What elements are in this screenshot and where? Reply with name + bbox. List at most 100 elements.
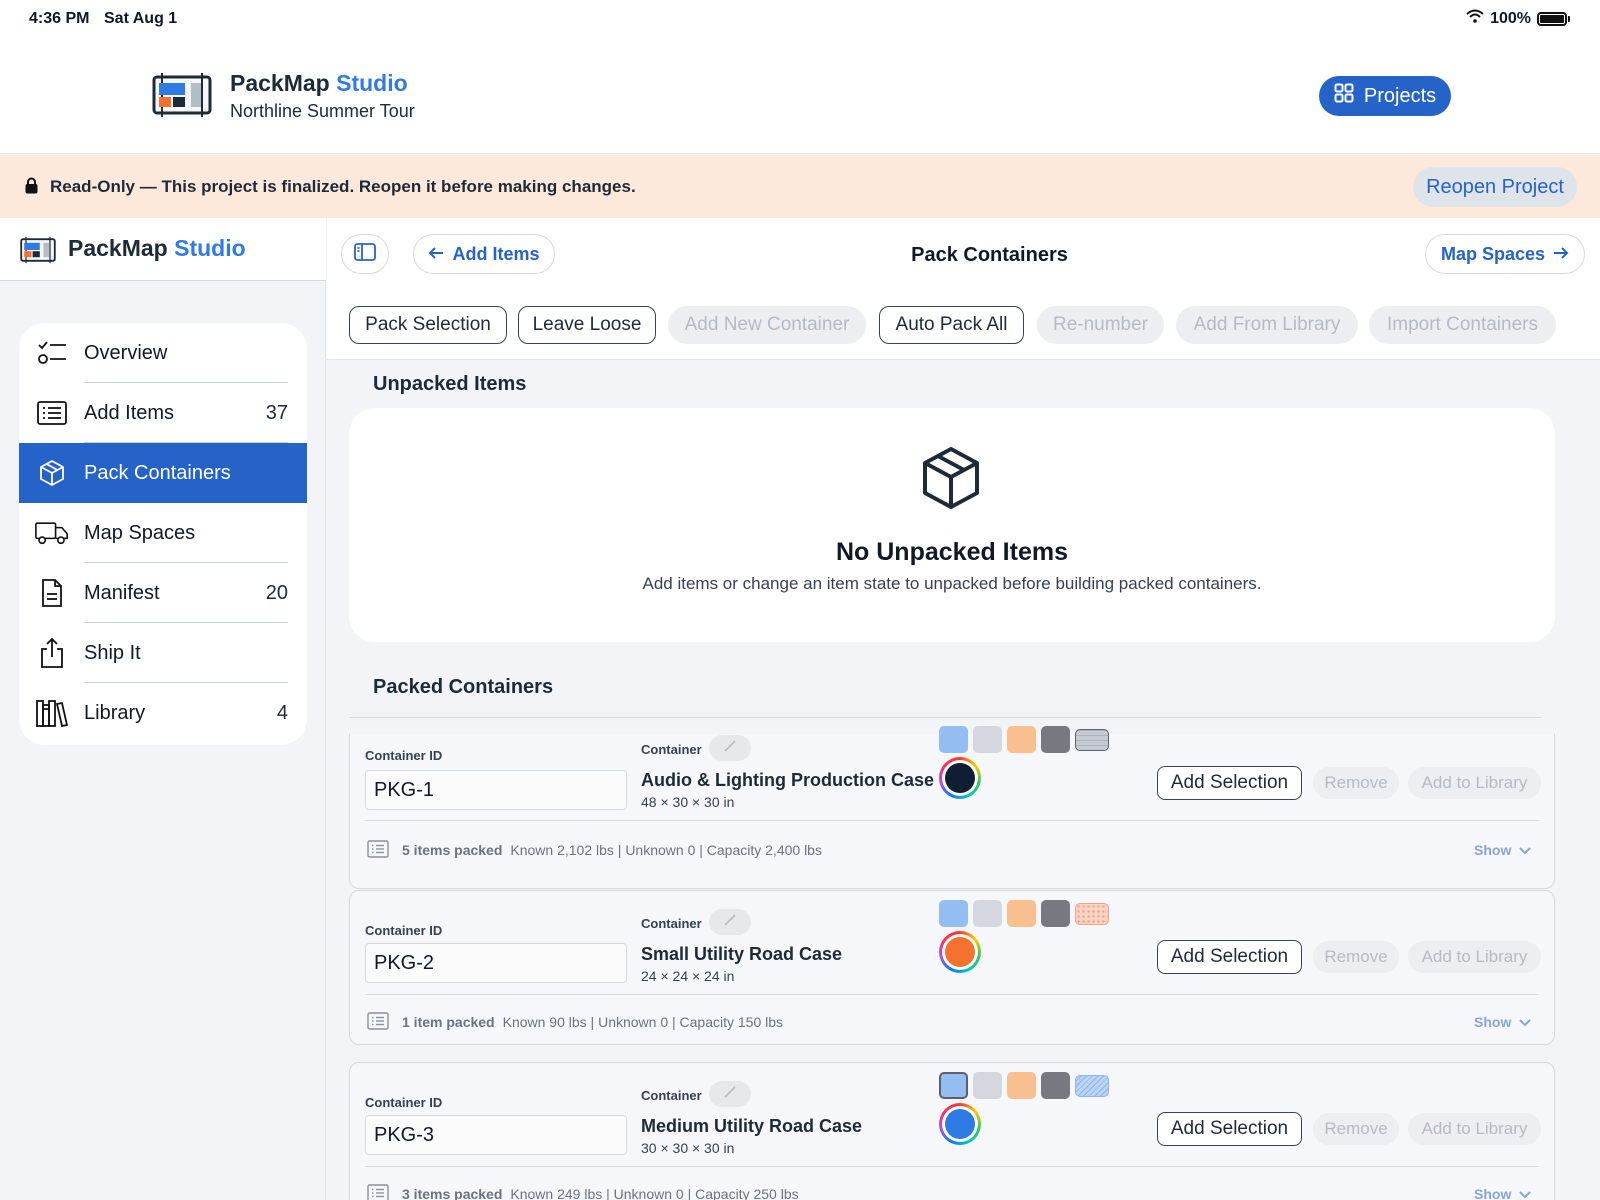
container-id-input[interactable]: [365, 943, 627, 983]
add-selection-button[interactable]: Add Selection: [1157, 1112, 1302, 1146]
pack-selection-button[interactable]: Pack Selection: [349, 306, 507, 344]
selected-color-dot: [945, 1109, 975, 1139]
container-dimensions: 48 × 30 × 30 in: [641, 794, 735, 810]
add-selection-button[interactable]: Add Selection: [1157, 940, 1302, 974]
unpacked-section-title: Unpacked Items: [373, 373, 527, 395]
swatch-blue[interactable]: [939, 1072, 968, 1099]
edit-container-button[interactable]: [709, 1081, 751, 1107]
container-id-input[interactable]: [365, 770, 627, 810]
container-name: Medium Utility Road Case: [641, 1116, 863, 1136]
sidebar-title: PackMap Studio: [68, 235, 246, 262]
sidebar-item-add-items[interactable]: Add Items 37: [19, 383, 307, 443]
lock-icon: [25, 177, 38, 199]
main-content: Unpacked Items No Unpacked Items Add ite…: [327, 360, 1600, 1200]
divider: [365, 820, 1539, 821]
show-label: Show: [1474, 1014, 1512, 1030]
add-from-library-button[interactable]: Add From Library: [1176, 306, 1358, 344]
add-new-container-button[interactable]: Add New Container: [668, 306, 866, 344]
import-containers-button[interactable]: Import Containers: [1369, 306, 1556, 344]
empty-state-title: No Unpacked Items: [835, 538, 1068, 566]
swatch-blue[interactable]: [939, 900, 968, 927]
swatch-orange[interactable]: [1007, 900, 1036, 927]
color-picker-ring: [942, 934, 978, 970]
arrow-right-icon: [1553, 244, 1569, 265]
swatch-orange[interactable]: [1007, 726, 1036, 753]
edit-container-button[interactable]: [709, 909, 751, 935]
books-icon: [35, 697, 69, 729]
back-label: Add Items: [452, 243, 540, 264]
add-to-library-button[interactable]: Add to Library: [1408, 1113, 1541, 1145]
sidebar-toggle-button[interactable]: [341, 234, 389, 274]
sidebar-item-map-spaces[interactable]: Map Spaces: [19, 503, 307, 563]
sidebar-item-label: Ship It: [84, 642, 141, 664]
sidebar-title-main: PackMap: [68, 235, 168, 261]
edit-container-button[interactable]: [709, 735, 751, 761]
remove-button[interactable]: Remove: [1313, 1113, 1399, 1145]
color-picker-ring: [942, 1106, 978, 1142]
battery-percent: 100%: [1490, 9, 1531, 27]
swatch-dark[interactable]: [1041, 726, 1070, 753]
chevron-down-icon: [1519, 842, 1532, 858]
swatch-orange[interactable]: [1007, 1072, 1036, 1099]
swatch-dark[interactable]: [1041, 900, 1070, 927]
color-swatches: [939, 1072, 1109, 1099]
show-items-button[interactable]: Show: [1474, 842, 1532, 858]
swatch-pattern[interactable]: [1075, 1075, 1109, 1097]
unpacked-empty-state: No Unpacked Items Add items or change an…: [349, 408, 1555, 642]
remove-button[interactable]: Remove: [1313, 767, 1399, 799]
sidebar: PackMap Studio Overview Add Items 37 Pac…: [0, 218, 326, 1200]
swatch-gray[interactable]: [973, 900, 1002, 927]
swatch-gray[interactable]: [973, 1072, 1002, 1099]
leave-loose-button[interactable]: Leave Loose: [518, 306, 656, 344]
add-to-library-button[interactable]: Add to Library: [1408, 941, 1541, 973]
show-items-button[interactable]: Show: [1474, 1014, 1532, 1030]
sidebar-item-count: 20: [265, 582, 288, 604]
sidebar-logo-icon: [20, 236, 56, 264]
remove-button[interactable]: Remove: [1313, 941, 1399, 973]
sidebar-item-manifest[interactable]: Manifest 20: [19, 563, 307, 623]
swatch-blue[interactable]: [939, 726, 968, 753]
sidebar-item-library[interactable]: Library 4: [19, 683, 307, 743]
sidebar-item-pack-containers[interactable]: Pack Containers: [19, 443, 307, 503]
truck-icon: [35, 517, 69, 549]
back-to-add-items-button[interactable]: Add Items: [413, 234, 555, 274]
swatch-gray[interactable]: [973, 726, 1002, 753]
app-title-accent: Studio: [336, 70, 408, 96]
weight-stats: Known 249 lbs | Unknown 0 | Capacity 250…: [510, 1186, 799, 1200]
share-icon: [35, 637, 69, 669]
container-name: Small Utility Road Case: [641, 944, 843, 964]
list-icon: [367, 1012, 389, 1035]
sidebar-item-ship-it[interactable]: Ship It: [19, 623, 307, 683]
show-label: Show: [1474, 1186, 1512, 1200]
status-bar: 4:36 PM Sat Aug 1 100%: [0, 0, 1600, 38]
add-selection-button[interactable]: Add Selection: [1157, 766, 1302, 800]
battery-nub: [1568, 15, 1570, 22]
swatch-pattern[interactable]: [1075, 903, 1109, 925]
projects-button[interactable]: Projects: [1319, 76, 1451, 116]
items-packed-count: 5 items packed: [402, 842, 503, 858]
divider: [365, 994, 1539, 995]
show-items-button[interactable]: Show: [1474, 1186, 1532, 1200]
forward-label: Map Spaces: [1440, 243, 1546, 264]
reopen-project-button[interactable]: Reopen Project: [1413, 167, 1577, 207]
box-icon: [35, 457, 69, 489]
auto-pack-all-button[interactable]: Auto Pack All: [879, 306, 1024, 344]
color-picker-button[interactable]: [939, 1103, 981, 1145]
swatch-dark[interactable]: [1041, 1072, 1070, 1099]
sidebar-item-overview[interactable]: Overview: [19, 323, 307, 383]
container-dimensions: 24 × 24 × 24 in: [641, 968, 735, 984]
items-packed-count: 3 items packed: [402, 1186, 503, 1200]
forward-to-map-spaces-button[interactable]: Map Spaces: [1425, 234, 1585, 274]
container-summary: 5 items packed Known 2,102 lbs | Unknown …: [402, 842, 822, 858]
container-summary: 3 items packed Known 249 lbs | Unknown 0 …: [402, 1186, 799, 1200]
container-id-input[interactable]: [365, 1115, 627, 1155]
pencil-icon: [723, 739, 737, 758]
color-picker-button[interactable]: [939, 931, 981, 973]
add-to-library-button[interactable]: Add to Library: [1408, 767, 1541, 799]
color-picker-button[interactable]: [939, 757, 981, 799]
sidebar-title-accent: Studio: [174, 235, 246, 261]
sidebar-nav: Overview Add Items 37 Pack Containers Ma…: [19, 323, 307, 745]
renumber-button[interactable]: Re-number: [1037, 306, 1164, 344]
list-icon: [367, 1184, 389, 1200]
swatch-pattern[interactable]: [1075, 729, 1109, 751]
